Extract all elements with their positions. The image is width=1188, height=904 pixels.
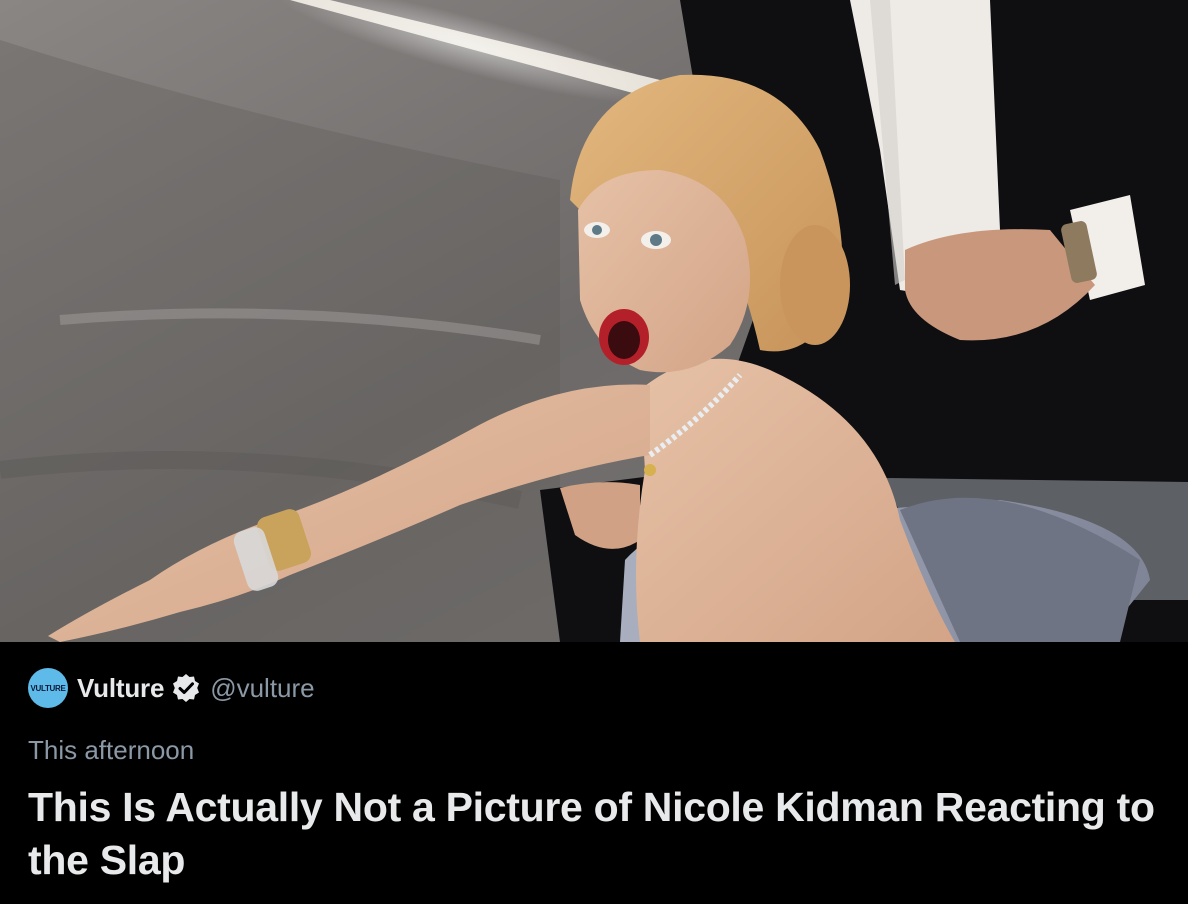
author-row[interactable]: VULTURE Vulture @vulture [28, 664, 1158, 712]
author-display-name[interactable]: Vulture [77, 673, 164, 704]
article-headline[interactable]: This Is Actually Not a Picture of Nicole… [28, 781, 1158, 887]
photo-illustration [0, 0, 1188, 642]
timestamp[interactable]: This afternoon [28, 734, 1158, 766]
avatar[interactable]: VULTURE [28, 668, 68, 708]
tweet-photo[interactable] [0, 0, 1188, 642]
avatar-logo-text: VULTURE [30, 683, 66, 693]
tweet-card[interactable]: VULTURE Vulture @vulture This afternoon … [0, 0, 1188, 904]
verified-badge-icon [170, 672, 202, 704]
tweet-meta: VULTURE Vulture @vulture This afternoon … [28, 664, 1158, 887]
author-handle[interactable]: @vulture [210, 673, 314, 704]
